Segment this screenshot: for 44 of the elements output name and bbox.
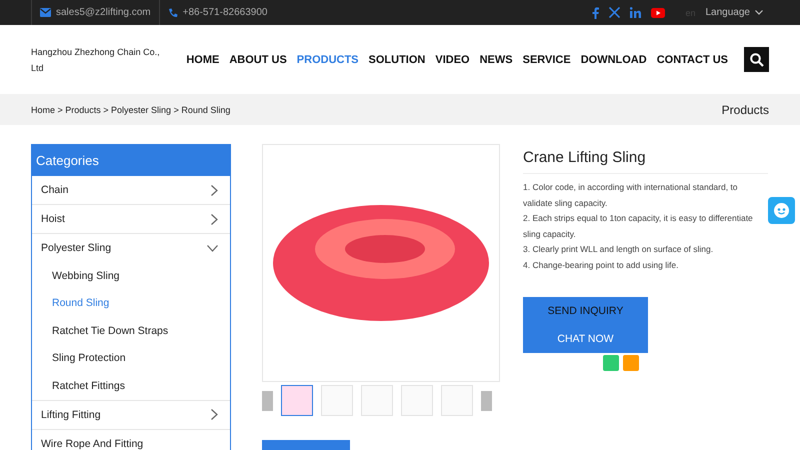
linkedin-icon[interactable] xyxy=(630,7,642,18)
category-item[interactable]: Hoist xyxy=(32,204,230,233)
nav-link[interactable]: VIDEO xyxy=(435,54,470,66)
section-title: Products xyxy=(722,102,769,116)
youtube-icon[interactable] xyxy=(651,8,666,18)
language-dropdown[interactable]: Language xyxy=(706,7,763,18)
chat-button[interactable]: CHAT NOW xyxy=(523,325,648,353)
facebook-icon[interactable] xyxy=(592,6,600,18)
category-heading: Categories xyxy=(32,144,230,176)
mail-icon xyxy=(40,8,51,17)
company-name: Hangzhou Zhezhong Chain Co., Ltd xyxy=(31,46,161,74)
nav-link[interactable]: HOME xyxy=(186,54,220,66)
category-item[interactable]: Chain xyxy=(32,176,230,204)
search-button[interactable] xyxy=(744,47,769,72)
nav-link[interactable]: PRODUCTS xyxy=(296,54,359,66)
email-link[interactable]: sales5@z2lifting.com xyxy=(56,7,151,18)
product-title: Crane Lifting Sling xyxy=(523,149,768,174)
feature-text: 2. Each strips equal to 1ton capacity, it is easy to differentiate sling capacity. xyxy=(523,212,754,241)
nav-link[interactable]: NEWS xyxy=(480,54,513,66)
phone-number: +86-571-82663900 xyxy=(182,7,268,18)
support-chat-icon[interactable] xyxy=(768,197,795,224)
chevron-down-icon xyxy=(755,10,763,15)
nav-link[interactable]: SERVICE xyxy=(522,54,571,66)
nav-link[interactable]: ABOUT US xyxy=(229,54,287,66)
nav-link[interactable]: CONTACT US xyxy=(656,54,728,66)
category-item[interactable]: Wire Rope And Fitting xyxy=(32,428,230,450)
feature-text: 1. Color code, in according with international standard, to validate sling capacity. xyxy=(523,181,739,210)
subcategory-link[interactable]: Sling Protection xyxy=(32,344,230,372)
nav-link[interactable]: SOLUTION xyxy=(368,54,426,66)
category-item[interactable]: Lifting Fitting xyxy=(32,400,230,428)
inquiry-button[interactable]: SEND INQUIRY xyxy=(523,297,648,325)
category-item[interactable]: Polyester Sling xyxy=(32,233,230,262)
nav-link[interactable]: DOWNLOAD xyxy=(580,54,647,66)
subcategory-link[interactable]: Webbing Sling xyxy=(32,262,230,290)
feature-text: 3. Clearly print WLL and length on surface of sling. xyxy=(523,243,714,256)
subcategory-link[interactable]: Ratchet Fittings xyxy=(32,372,230,400)
subcategory-link[interactable]: Ratchet Tie Down Straps xyxy=(32,317,230,344)
x-icon[interactable] xyxy=(609,7,620,18)
breadcrumb: Home > Products > Polyester Sling > Round Sling xyxy=(31,104,230,114)
phone-icon xyxy=(168,8,178,18)
thumbnail[interactable] xyxy=(281,385,313,416)
search-icon xyxy=(750,52,764,66)
feature-text: 4. Change-bearing point to add using life. xyxy=(523,258,680,272)
subcategory-link[interactable]: Round Sling xyxy=(32,290,230,317)
